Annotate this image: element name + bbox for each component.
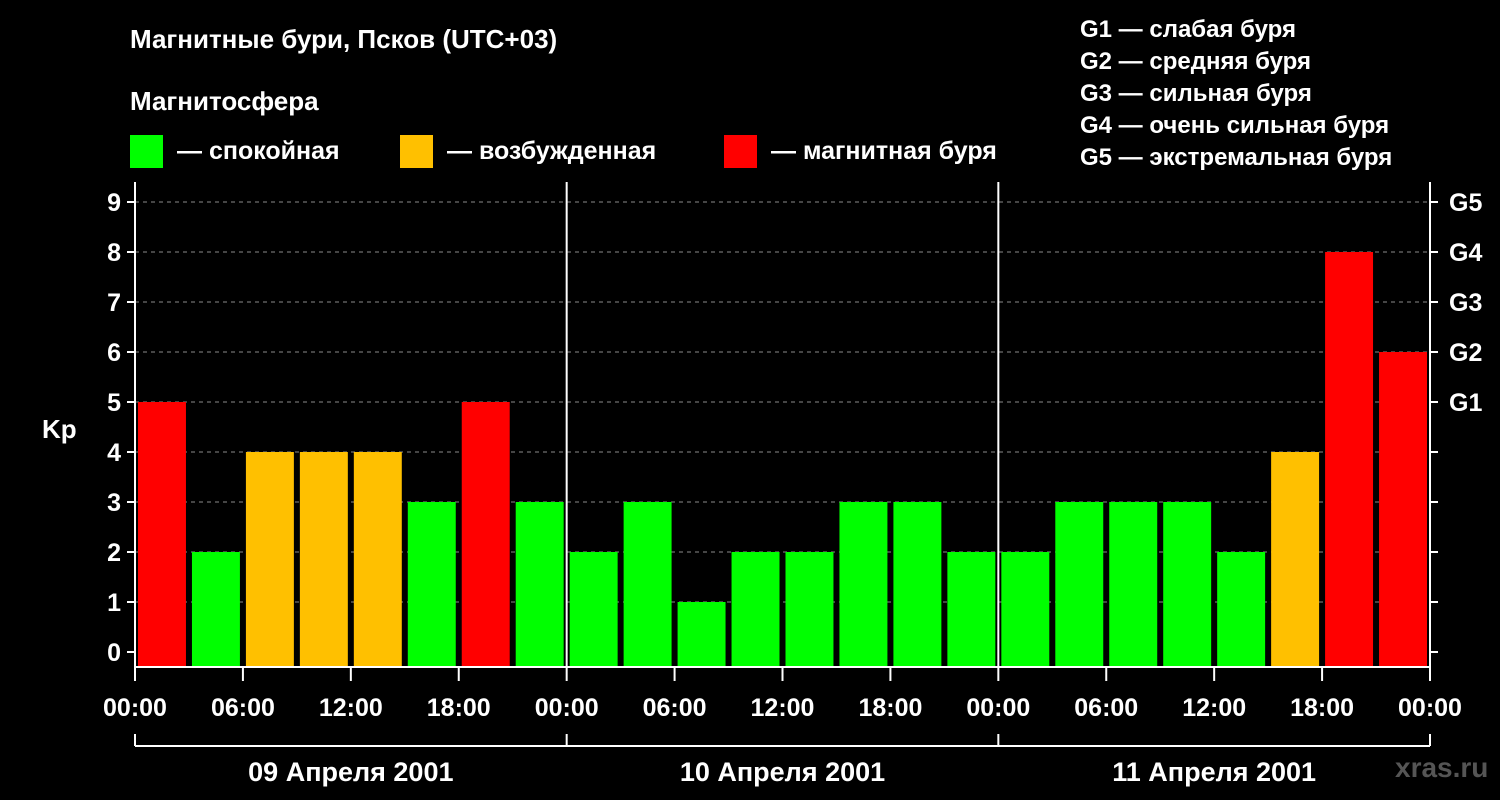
kp-bar xyxy=(299,452,348,667)
y-tick-label: 3 xyxy=(107,489,121,517)
kp-bar xyxy=(353,452,402,667)
y-tick-label: 1 xyxy=(107,589,121,617)
kp-bar xyxy=(1379,352,1427,667)
day-label: 09 Апреля 2001 xyxy=(248,757,453,787)
right-axis-label: G1 xyxy=(1449,389,1482,417)
kp-bar xyxy=(407,502,456,667)
y-axis-label: Kp xyxy=(42,414,77,444)
x-tick-label: 00:00 xyxy=(535,694,599,722)
x-tick-label: 18:00 xyxy=(1290,694,1354,722)
kp-bar xyxy=(1001,552,1050,667)
kp-bar xyxy=(461,402,510,667)
kp-bar xyxy=(947,552,996,667)
right-axis-label: G5 xyxy=(1449,189,1482,217)
kp-bar xyxy=(245,452,294,667)
x-tick-label: 00:00 xyxy=(103,694,167,722)
x-tick-label: 12:00 xyxy=(751,694,815,722)
kp-bar xyxy=(1271,452,1320,667)
x-tick-label: 00:00 xyxy=(1398,694,1462,722)
y-tick-label: 7 xyxy=(107,289,121,317)
kp-bar xyxy=(1163,502,1212,667)
kp-bar xyxy=(1109,502,1158,667)
y-tick-label: 9 xyxy=(107,189,121,217)
right-axis-label: G3 xyxy=(1449,289,1482,317)
y-tick-label: 4 xyxy=(107,439,121,467)
kp-bar xyxy=(191,552,240,667)
x-tick-label: 06:00 xyxy=(1074,694,1138,722)
kp-bar xyxy=(839,502,888,667)
kp-bar xyxy=(1217,552,1266,667)
x-tick-label: 12:00 xyxy=(319,694,383,722)
day-label: 10 Апреля 2001 xyxy=(680,757,885,787)
x-tick-label: 12:00 xyxy=(1182,694,1246,722)
x-tick-label: 06:00 xyxy=(211,694,275,722)
watermark: xras.ru xyxy=(1395,752,1489,783)
x-tick-label: 06:00 xyxy=(643,694,707,722)
kp-bar xyxy=(569,552,618,667)
x-tick-label: 18:00 xyxy=(858,694,922,722)
kp-bar xyxy=(677,602,726,667)
y-tick-label: 2 xyxy=(107,539,121,567)
kp-bar xyxy=(731,552,780,667)
y-tick-label: 0 xyxy=(107,639,121,667)
kp-bar xyxy=(515,502,564,667)
kp-bar xyxy=(1325,252,1374,667)
kp-bar-chart: 0 1 2 3 4 5 6 7 8 9 Kp G1 G2 G3 G4 G5 00:00 06:00 12:00 18:… xyxy=(42,182,1482,787)
kp-bar xyxy=(893,502,942,667)
x-tick-label: 18:00 xyxy=(427,694,491,722)
kp-bar xyxy=(785,552,834,667)
right-axis-label: G4 xyxy=(1449,239,1482,267)
y-tick-label: 6 xyxy=(107,339,121,367)
kp-bar xyxy=(1055,502,1104,667)
y-tick-label: 8 xyxy=(107,239,121,267)
y-tick-label: 5 xyxy=(107,389,121,417)
kp-bar xyxy=(138,402,186,667)
kp-bar xyxy=(623,502,672,667)
right-axis-label: G2 xyxy=(1449,339,1482,367)
x-tick-label: 00:00 xyxy=(966,694,1030,722)
day-label: 11 Апреля 2001 xyxy=(1112,757,1316,787)
